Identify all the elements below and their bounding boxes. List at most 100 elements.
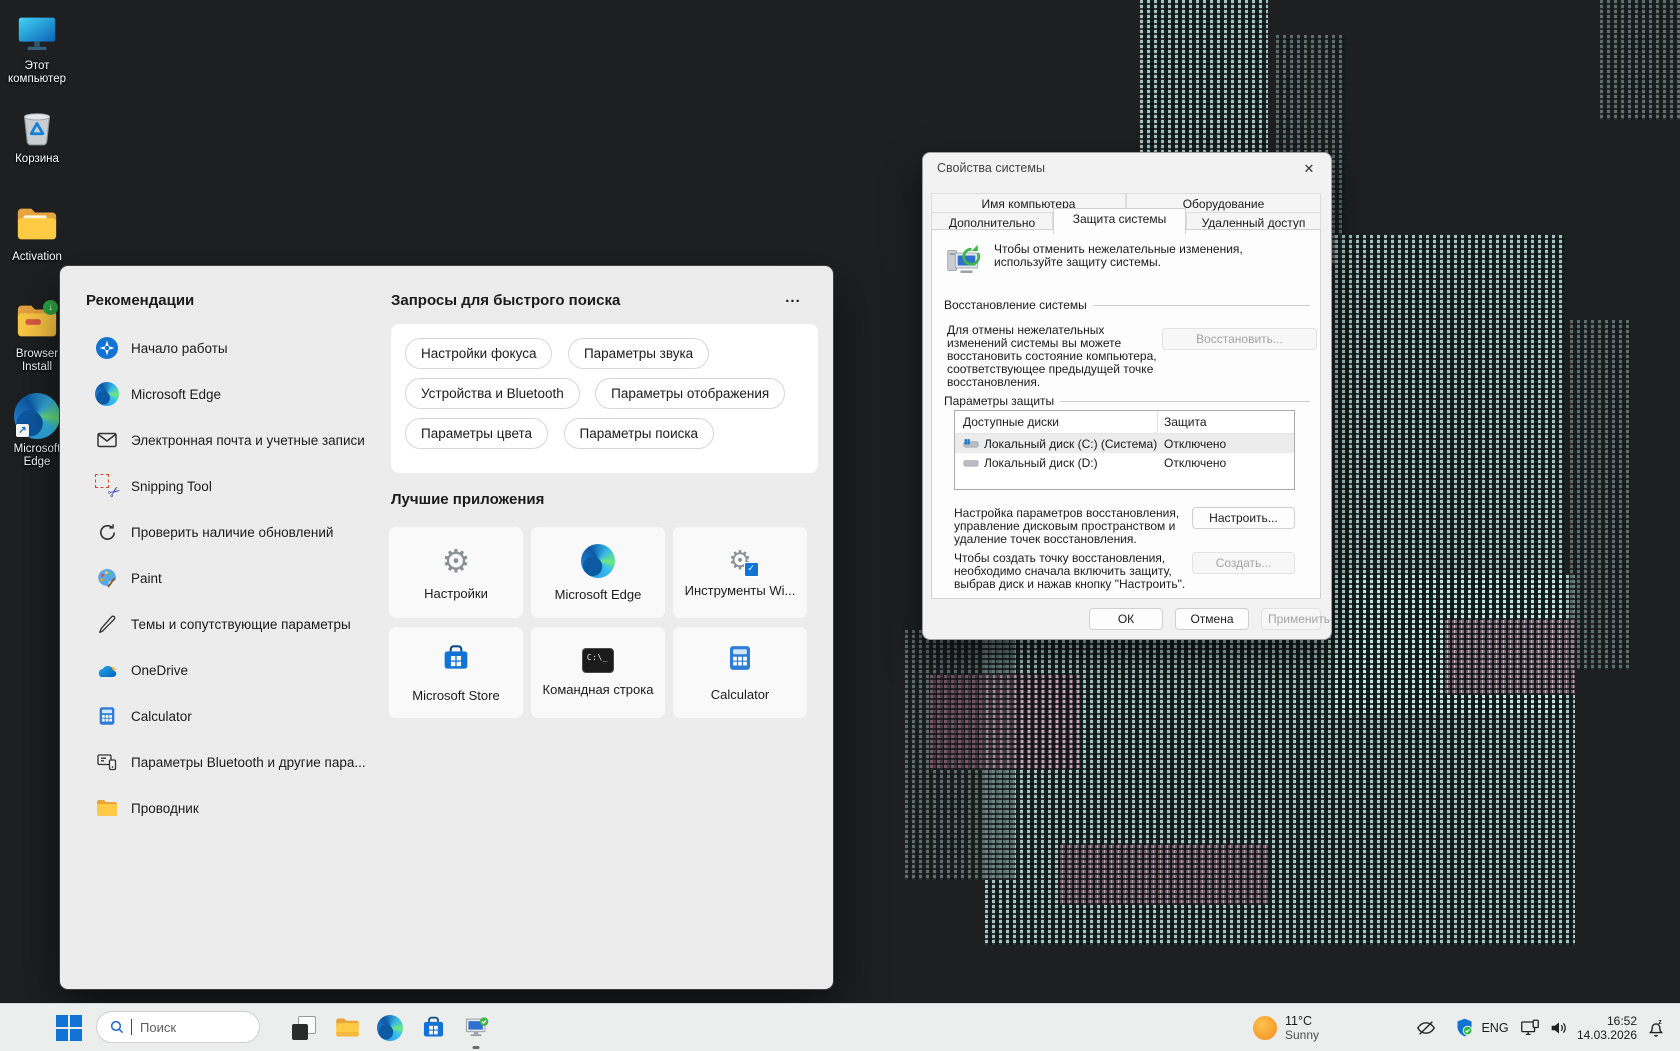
wallpaper-block (1600, 0, 1680, 120)
clock-date: 14.03.2026 (1577, 1028, 1637, 1042)
gear-icon: ⚙ (442, 545, 471, 577)
display-tray-button[interactable] (1514, 1004, 1546, 1051)
create-button[interactable]: Создать... (1192, 552, 1295, 574)
recommendation-label: Темы и сопутствующие параметры (131, 617, 351, 632)
text-caret (131, 1019, 132, 1035)
notifications-button[interactable]: z (1640, 1004, 1672, 1051)
edge-icon (377, 1015, 403, 1041)
app-tile-label: Командная строка (543, 682, 654, 697)
shortcut-arrow-icon: ↗ (16, 424, 29, 437)
tab-system-protection[interactable]: Защита системы (1053, 208, 1186, 234)
apply-button[interactable]: Применить (1261, 608, 1321, 630)
configure-description: Настройка параметров восстановления, упр… (954, 507, 1182, 546)
quick-searches-title: Запросы для быстрого поиска (391, 292, 620, 309)
app-tile-label: Инструменты Wi... (685, 583, 796, 598)
quick-search-pill[interactable]: Параметры отображения (595, 378, 785, 409)
taskbar-search-box[interactable] (96, 1011, 260, 1043)
ok-button[interactable]: ОК (1089, 608, 1163, 630)
store-taskbar-button[interactable] (413, 1004, 453, 1051)
wallpaper-pink-block (930, 675, 1080, 770)
file-explorer-button[interactable] (327, 1004, 367, 1051)
recommendation-explorer[interactable]: Проводник (86, 785, 406, 831)
app-tile-calculator[interactable]: Calculator (672, 626, 808, 719)
app-tile-edge[interactable]: Microsoft Edge (530, 526, 666, 619)
recommendation-get-started[interactable]: Начало работы (86, 325, 406, 371)
table-row-disk-d[interactable]: Локальный диск (D:) Отключено (955, 453, 1294, 472)
task-view-icon (292, 1016, 316, 1040)
recommendation-calculator[interactable]: Calculator (86, 693, 406, 739)
system-properties-dialog: Свойства системы ✕ Имя компьютера Оборуд… (922, 152, 1332, 640)
cancel-button[interactable]: Отмена (1175, 608, 1249, 630)
wallpaper-block (1570, 320, 1630, 670)
protection-group-title: Параметры защиты (944, 394, 1054, 408)
table-row-disk-c[interactable]: Локальный диск (C:) (Система) Отключено (955, 434, 1294, 453)
configure-button[interactable]: Настроить... (1192, 507, 1295, 529)
monitor-device-icon (1519, 1017, 1541, 1039)
start-button[interactable] (50, 1004, 88, 1051)
search-input[interactable] (138, 1019, 242, 1036)
desktop-icon-recycle-bin[interactable]: Корзина (0, 103, 74, 166)
recycle-bin-icon (14, 103, 60, 149)
quick-search-pill[interactable]: Параметры цвета (405, 418, 548, 449)
recommendation-check-updates[interactable]: Проверить наличие обновлений (86, 509, 406, 555)
clock-widget[interactable]: 16:52 14.03.2026 (1577, 1004, 1637, 1051)
protection-drives-table[interactable]: Доступные диски Защита Локальный диск (C… (954, 410, 1295, 490)
security-shield-icon (1454, 1017, 1475, 1038)
language-indicator[interactable]: ENG (1477, 1004, 1513, 1051)
restore-group-header: Восстановление системы (944, 298, 1310, 312)
devices-icon (94, 749, 120, 775)
dialog-intro-text: Чтобы отменить нежелательные изменения, … (994, 243, 1306, 269)
recommendation-paint[interactable]: Paint (86, 555, 406, 601)
desktop-icon-label: Activation (12, 251, 62, 264)
wallpaper-pink-block (1445, 620, 1575, 695)
app-tile-windows-tools[interactable]: ⚙✓ Инструменты Wi... (672, 526, 808, 619)
dialog-title: Свойства системы (937, 161, 1045, 175)
recommendation-themes[interactable]: Темы и сопутствующие параметры (86, 601, 406, 647)
recommendation-label: Microsoft Edge (131, 387, 221, 402)
update-refresh-icon (94, 519, 120, 545)
system-window-icon (463, 1014, 490, 1041)
themes-pen-icon (94, 611, 120, 637)
quick-search-pill[interactable]: Настройки фокуса (405, 338, 552, 369)
security-tray-button[interactable] (1447, 1004, 1481, 1051)
volume-tray-button[interactable] (1543, 1004, 1575, 1051)
edge-taskbar-button[interactable] (370, 1004, 410, 1051)
app-tile-store[interactable]: Microsoft Store (388, 626, 524, 719)
desktop-icon-activation[interactable]: Activation (0, 201, 74, 264)
restore-button[interactable]: Восстановить... (1162, 328, 1317, 350)
app-tile-settings[interactable]: ⚙ Настройки (388, 526, 524, 619)
recommendation-onedrive[interactable]: OneDrive (86, 647, 406, 693)
task-view-button[interactable] (284, 1004, 324, 1051)
edge-icon (94, 381, 120, 407)
recommendation-label: Параметры Bluetooth и другие пара... (131, 755, 366, 770)
app-tile-cmd[interactable]: C:\_ Командная строка (530, 626, 666, 719)
column-header-protection: Защита (1158, 415, 1294, 429)
recommendation-snipping-tool[interactable]: ✂ Snipping Tool (86, 463, 406, 509)
clock-time: 16:52 (1577, 1014, 1637, 1028)
close-icon[interactable]: ✕ (1299, 159, 1319, 179)
recommendation-mail[interactable]: Электронная почта и учетные записи (86, 417, 406, 463)
system-properties-taskbar-button[interactable] (456, 1004, 496, 1051)
desktop-icon-label: Этот компьютер (0, 60, 74, 86)
more-options-button[interactable]: ... (778, 292, 808, 310)
recommendation-bluetooth-settings[interactable]: Параметры Bluetooth и другие пара... (86, 739, 406, 785)
recommendation-label: Calculator (131, 709, 192, 724)
download-badge-icon: ↓ (43, 300, 58, 315)
quick-search-pill[interactable]: Устройства и Bluetooth (405, 378, 580, 409)
language-label: ENG (1481, 1021, 1508, 1035)
recommendation-edge[interactable]: Microsoft Edge (86, 371, 406, 417)
calculator-icon (725, 643, 755, 678)
recommendation-label: Проверить наличие обновлений (131, 525, 333, 540)
weather-widget[interactable]: 11°C Sunny (1253, 1004, 1319, 1051)
app-tile-label: Microsoft Edge (555, 587, 642, 602)
app-tile-label: Microsoft Store (412, 688, 499, 703)
get-started-icon (94, 335, 120, 361)
desktop-icon-this-pc[interactable]: Этот компьютер (0, 10, 74, 86)
folder-download-icon: ↓ (14, 298, 60, 344)
calculator-icon (94, 703, 120, 729)
hidden-icons-button[interactable] (1408, 1004, 1444, 1051)
quick-search-pill[interactable]: Параметры поиска (564, 418, 715, 449)
column-header-drives: Доступные диски (955, 411, 1158, 433)
quick-search-pill[interactable]: Параметры звука (568, 338, 709, 369)
app-tile-label: Настройки (424, 586, 488, 601)
